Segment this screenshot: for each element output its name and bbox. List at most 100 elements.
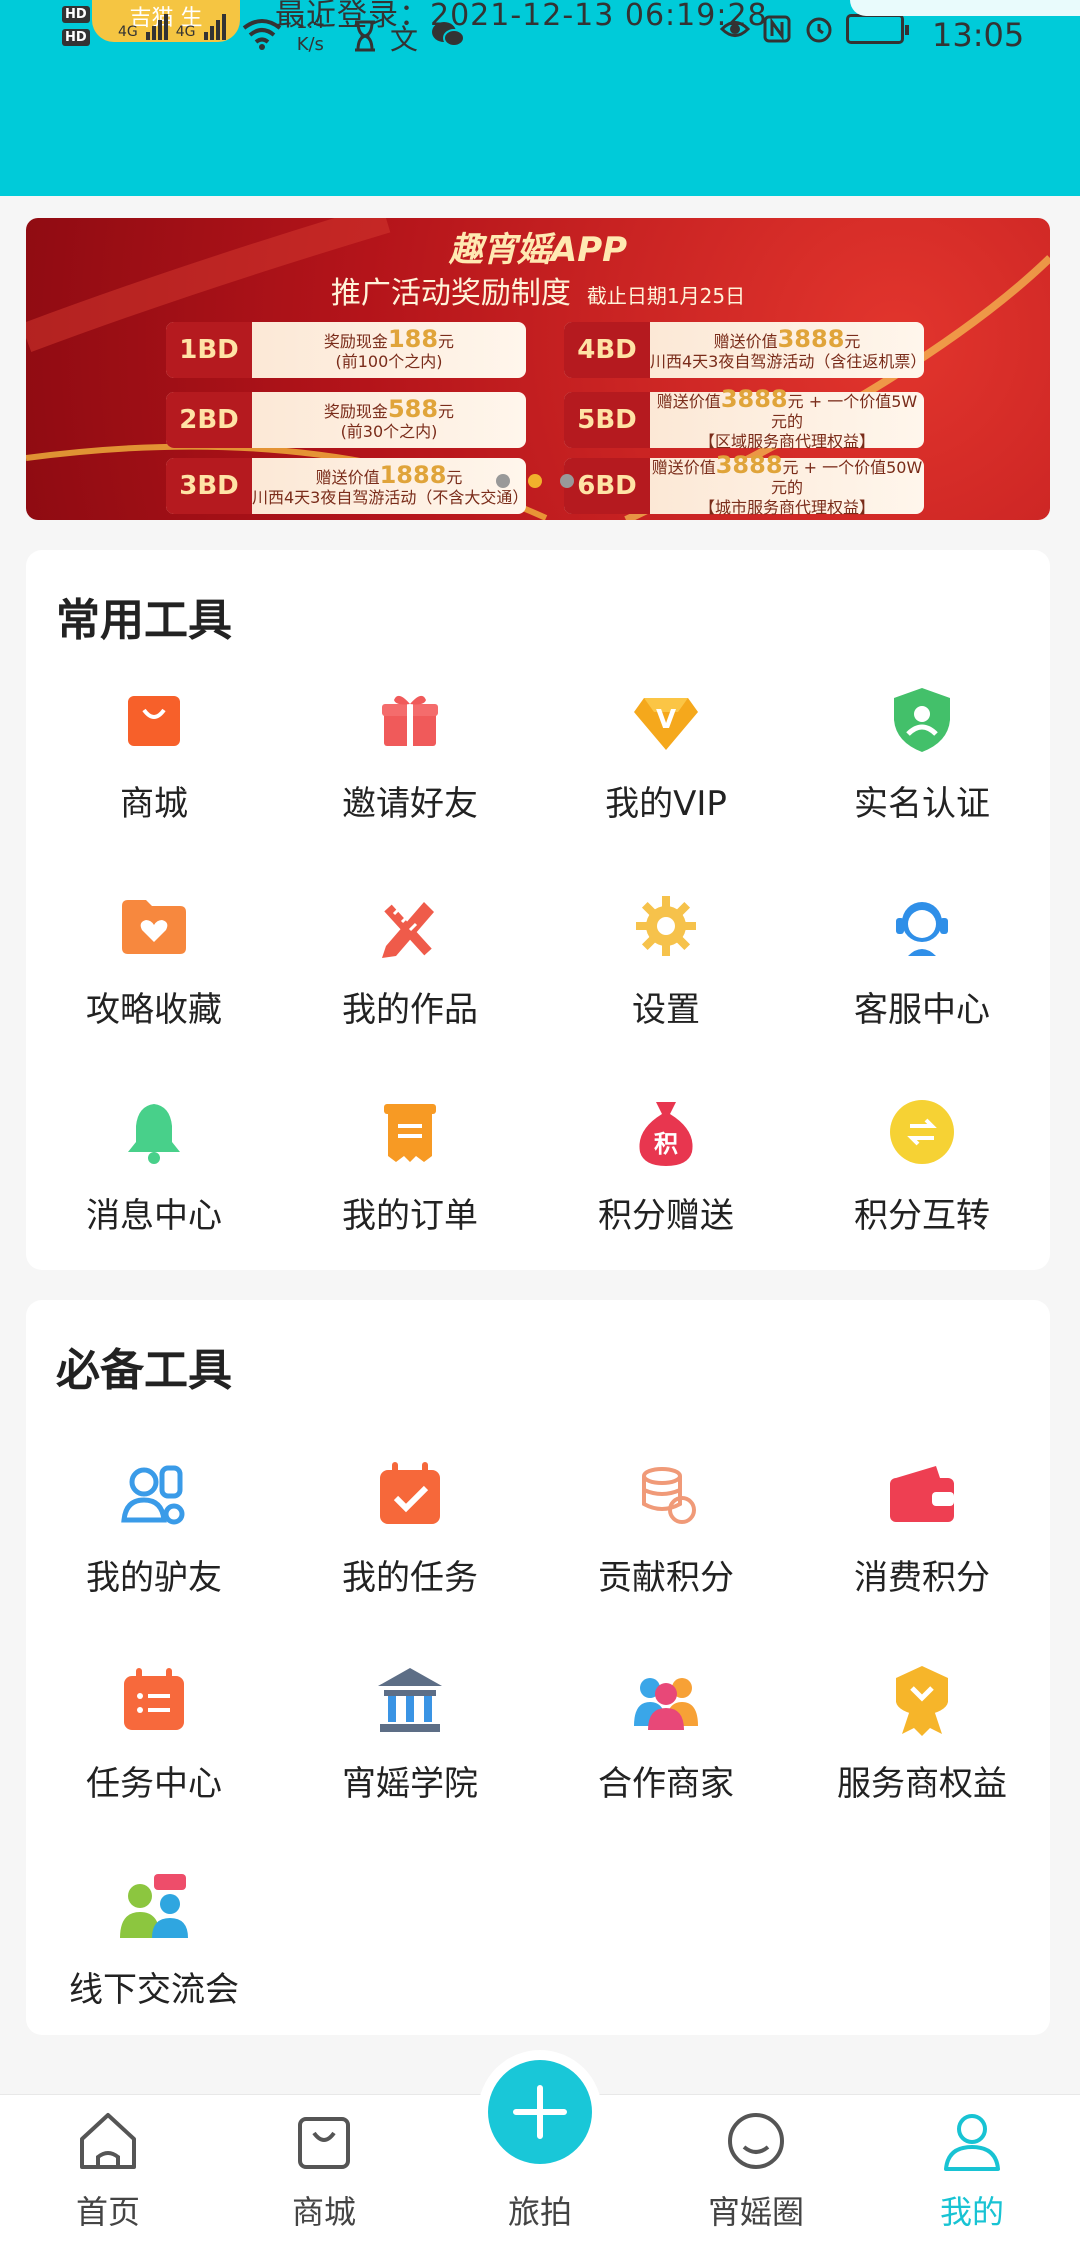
nav-circle[interactable]: 宵媱圈 <box>648 2095 864 2244</box>
tool-invite[interactable]: 邀请好友 <box>282 684 538 854</box>
reward-row: 2BD 奖励现金588元 (前30个之内) <box>166 392 526 448</box>
tool-academy[interactable]: 宵媱学院 <box>282 1664 538 1834</box>
alarm-icon <box>806 17 832 43</box>
nfc-icon <box>763 15 791 43</box>
tool-friends[interactable]: 我的驴友 <box>26 1458 282 1628</box>
last-login-text: 最近登录：2021-12-13 06:19:28 <box>275 0 768 33</box>
user-icon <box>944 2114 1000 2171</box>
reward-row: 1BD 奖励现金188元 (前100个之内) <box>166 322 526 378</box>
verified-shield-icon <box>894 688 950 752</box>
tool-label: 邀请好友 <box>342 784 478 824</box>
signal-bars-icon <box>203 12 226 40</box>
points-glyph: 积 <box>654 1130 678 1158</box>
nav-mine[interactable]: 我的 <box>864 2095 1080 2244</box>
tool-label: 我的驴友 <box>86 1558 222 1598</box>
tool-label: 任务中心 <box>86 1764 222 1804</box>
tool-consumer-points[interactable]: 消费积分 <box>794 1458 1050 1628</box>
hd-badge: HD <box>62 6 90 23</box>
vip-diamond-icon: V <box>634 698 698 750</box>
plus-icon <box>513 2085 567 2139</box>
tool-points-exchange[interactable]: 积分互转 <box>794 1096 1050 1266</box>
level-badge: 4BD <box>564 322 650 378</box>
promo-banner[interactable]: 趣宵媱APP 推广活动奖励制度 截止日期1月25日 1BD 奖励现金188元 (前1… <box>26 218 1050 520</box>
tool-label: 我的订单 <box>342 1196 478 1236</box>
academy-icon <box>378 1668 442 1732</box>
signal-group: HD HD <box>62 6 90 46</box>
network-type: 4G <box>118 24 138 40</box>
tool-shop[interactable]: 商城 <box>26 684 282 854</box>
nav-label: 商城 <box>291 2193 356 2231</box>
tool-settings[interactable]: 设置 <box>538 890 794 1060</box>
reward-row: 5BD 赠送价值3888元 + 一个价值5W元的 【区域服务商代理权益】 <box>564 387 924 451</box>
level-badge: 3BD <box>166 458 252 514</box>
tool-vip[interactable]: V 我的VIP <box>538 684 794 854</box>
net-speed: 1.4 K/s <box>296 12 325 55</box>
carousel-dot[interactable] <box>496 474 510 488</box>
tool-offline-meetup[interactable]: 线下交流会 <box>26 1870 282 2040</box>
level-badge: 5BD <box>564 392 650 448</box>
tool-messages[interactable]: 消息中心 <box>26 1096 282 1266</box>
tool-verify[interactable]: 实名认证 <box>794 684 1050 854</box>
svg-text:V: V <box>656 705 676 735</box>
wallet-icon <box>890 1466 954 1522</box>
nav-home[interactable]: 首页 <box>0 2095 216 2244</box>
reward-row: 6BD 赠送价值3888元 + 一个价值50W元的 【城市服务商代理权益】 <box>564 453 924 517</box>
level-badge: 6BD <box>564 458 650 514</box>
hd-badge: HD <box>62 29 90 46</box>
tool-task-center[interactable]: 任务中心 <box>26 1664 282 1834</box>
tool-favorites[interactable]: 攻略收藏 <box>26 890 282 1060</box>
post-fab-button[interactable] <box>488 2060 592 2164</box>
carousel-dots[interactable] <box>496 474 574 488</box>
tool-label: 线下交流会 <box>69 1970 239 2010</box>
carousel-dot-active[interactable] <box>528 474 542 488</box>
meetup-icon <box>120 1874 188 1938</box>
partners-icon <box>634 1678 698 1730</box>
hourglass-icon <box>355 20 375 52</box>
level-badge: 1BD <box>166 322 252 378</box>
banner-subtitle-text: 推广活动奖励制度 <box>330 276 571 311</box>
reward-text: 赠送价值3888元 + 一个价值5W元的 【区域服务商代理权益】 <box>656 384 918 451</box>
task-list-icon <box>124 1668 184 1730</box>
tool-label: 合作商家 <box>598 1764 734 1804</box>
banner-deadline: 截止日期1月25日 <box>586 284 746 308</box>
nav-label: 宵媱圈 <box>707 2193 804 2231</box>
carousel-dot[interactable] <box>560 474 574 488</box>
essential-tools-card: 必备工具 我的驴友 我的任务 贡献积分 消费积分 任务中心 宵媱学院 合作商家 … <box>26 1300 1050 2035</box>
network-type: 4G <box>175 24 196 40</box>
tool-label: 贡献积分 <box>598 1558 734 1598</box>
tool-points-gift[interactable]: 积 积分赠送 <box>538 1096 794 1266</box>
tool-contribution-points[interactable]: 贡献积分 <box>538 1458 794 1628</box>
tool-label: 我的作品 <box>342 990 478 1030</box>
gift-icon <box>382 695 438 746</box>
tool-service[interactable]: 客服中心 <box>794 890 1050 1060</box>
tool-partners[interactable]: 合作商家 <box>538 1664 794 1834</box>
coins-icon <box>642 1467 696 1524</box>
badge-icon <box>896 1666 948 1736</box>
reward-text: 赠送价值3888元 + 一个价值50W元的 【城市服务商代理权益】 <box>651 450 923 517</box>
tool-label: 实名认证 <box>854 784 990 824</box>
customer-service-icon <box>896 902 948 956</box>
home-icon <box>80 2113 136 2169</box>
tool-works[interactable]: 我的作品 <box>282 890 538 1060</box>
wechat-icon <box>432 22 465 47</box>
tool-my-tasks[interactable]: 我的任务 <box>282 1458 538 1628</box>
tool-orders[interactable]: 我的订单 <box>282 1096 538 1266</box>
nav-label: 我的 <box>939 2193 1004 2231</box>
clock: 13:05 <box>932 16 1025 54</box>
nav-shop[interactable]: 商城 <box>216 2095 432 2244</box>
reward-text: 赠送价值3888元 川西4天3夜自驾游活动（含往返机票） <box>650 324 927 371</box>
tool-label: 攻略收藏 <box>86 990 222 1030</box>
tool-provider-benefits[interactable]: 服务商权益 <box>794 1664 1050 1834</box>
exchange-icon <box>890 1100 954 1164</box>
tool-label: 消息中心 <box>86 1196 222 1236</box>
pencil-ruler-icon <box>382 902 434 958</box>
points-bag-icon: 积 <box>639 1102 693 1166</box>
status-icons <box>720 14 909 44</box>
tool-label: 积分互转 <box>854 1196 990 1236</box>
signal-bars-icon <box>145 12 168 40</box>
cell-signal: 4G 4G <box>118 12 226 40</box>
friends-icon <box>121 1465 185 1525</box>
reward-row: 3BD 赠送价值1888元 川西4天3夜自驾游活动（不含大交通） <box>166 458 528 514</box>
shopping-bag-icon <box>128 696 180 746</box>
status-pill-right <box>850 0 1080 16</box>
